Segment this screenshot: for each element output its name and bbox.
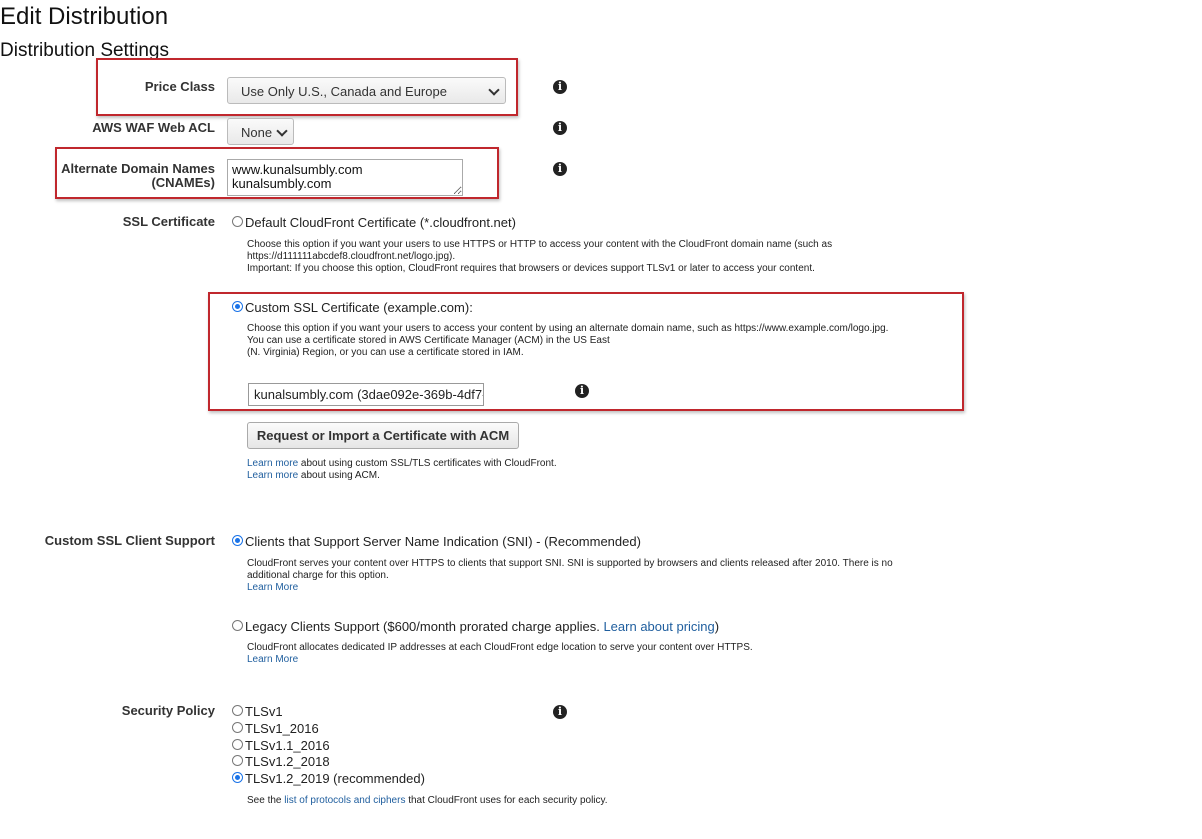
learn-more-acm-link[interactable]: Learn more bbox=[247, 470, 298, 481]
ssl-custom-desc-3: (N. Virginia) Region, or you can use a c… bbox=[247, 347, 524, 358]
legacy-learn-more-link[interactable]: Learn More bbox=[247, 654, 298, 666]
legacy-option-close: ) bbox=[714, 619, 720, 634]
client-support-label: Custom SSL Client Support bbox=[44, 533, 215, 548]
learn-more-acm-text: about using ACM. bbox=[298, 470, 380, 481]
info-icon[interactable]: i bbox=[553, 80, 567, 94]
waf-value: None bbox=[241, 125, 273, 140]
sni-option[interactable]: Clients that Support Server Name Indicat… bbox=[245, 534, 641, 549]
learn-more-ssl-line: Learn more about using custom SSL/TLS ce… bbox=[247, 458, 557, 470]
ssl-default-desc-1: Choose this option if you want your user… bbox=[247, 239, 833, 250]
learn-more-acm-line: Learn more about using ACM. bbox=[247, 470, 380, 482]
certificate-input[interactable]: kunalsumbly.com (3dae092e-369b-4df7- bbox=[248, 383, 484, 406]
tls-option[interactable]: TLSv1.1_2016 bbox=[245, 738, 330, 753]
waf-select[interactable]: None bbox=[227, 118, 294, 145]
ssl-certificate-label: SSL Certificate bbox=[122, 214, 215, 229]
chevron-down-icon bbox=[488, 84, 500, 96]
ssl-custom-radio[interactable] bbox=[232, 301, 243, 312]
sni-learn-more-link[interactable]: Learn More bbox=[247, 582, 298, 594]
cnames-label: Alternate Domain Names (CNAMEs) bbox=[61, 162, 215, 190]
ssl-custom-option[interactable]: Custom SSL Certificate (example.com): bbox=[245, 300, 473, 315]
info-icon[interactable]: i bbox=[553, 705, 567, 719]
sni-desc-1: CloudFront serves your content over HTTP… bbox=[247, 558, 893, 569]
page-title: Edit Distribution bbox=[0, 3, 169, 30]
ssl-default-radio[interactable] bbox=[232, 216, 243, 227]
waf-label: AWS WAF Web ACL bbox=[92, 120, 215, 135]
sni-radio[interactable] bbox=[232, 535, 243, 546]
tls-option[interactable]: TLSv1.2_2019 (recommended) bbox=[245, 771, 425, 786]
legacy-option-text: Legacy Clients Support ($600/month prora… bbox=[245, 619, 604, 634]
request-import-certificate-button[interactable]: Request or Import a Certificate with ACM bbox=[247, 422, 519, 449]
ssl-default-desc-2: https://d111111abcdef8.cloudfront.net/lo… bbox=[247, 251, 456, 262]
price-class-value: Use Only U.S., Canada and Europe bbox=[241, 84, 447, 99]
learn-about-pricing-link[interactable]: Learn about pricing bbox=[603, 619, 714, 634]
tls-radio-selected[interactable] bbox=[232, 772, 243, 783]
tls-radio[interactable] bbox=[232, 705, 243, 716]
see-suffix: that CloudFront uses for each security p… bbox=[405, 795, 608, 806]
learn-more-ssl-text: about using custom SSL/TLS certificates … bbox=[298, 458, 557, 469]
legacy-desc: CloudFront allocates dedicated IP addres… bbox=[247, 642, 753, 653]
info-icon[interactable]: i bbox=[553, 121, 567, 135]
info-icon[interactable]: i bbox=[553, 162, 567, 176]
ssl-default-option[interactable]: Default CloudFront Certificate (*.cloudf… bbox=[245, 215, 516, 230]
cnames-textarea[interactable]: www.kunalsumbly.com kunalsumbly.com bbox=[227, 159, 463, 196]
ssl-default-desc-3: Important: If you choose this option, Cl… bbox=[247, 263, 815, 274]
tls-radio[interactable] bbox=[232, 755, 243, 766]
info-icon[interactable]: i bbox=[575, 384, 589, 398]
legacy-option[interactable]: Legacy Clients Support ($600/month prora… bbox=[245, 619, 719, 634]
cnames-label-line2: (CNAMEs) bbox=[151, 175, 215, 190]
tls-option[interactable]: TLSv1_2016 bbox=[245, 721, 319, 736]
price-class-select[interactable]: Use Only U.S., Canada and Europe bbox=[227, 77, 506, 104]
security-policy-note: See the list of protocols and ciphers th… bbox=[247, 795, 608, 807]
tls-radio[interactable] bbox=[232, 722, 243, 733]
chevron-down-icon bbox=[276, 125, 288, 137]
see-prefix: See the bbox=[247, 795, 285, 806]
sni-desc-2: additional charge for this option. bbox=[247, 570, 389, 581]
security-policy-label: Security Policy bbox=[121, 703, 215, 718]
learn-more-ssl-link[interactable]: Learn more bbox=[247, 458, 298, 469]
tls-option[interactable]: TLSv1.2_2018 bbox=[245, 754, 330, 769]
legacy-radio[interactable] bbox=[232, 620, 243, 631]
protocols-ciphers-link[interactable]: list of protocols and ciphers bbox=[284, 795, 405, 806]
tls-option[interactable]: TLSv1 bbox=[245, 704, 283, 719]
ssl-custom-desc-1: Choose this option if you want your user… bbox=[247, 323, 889, 334]
price-class-label: Price Class bbox=[144, 79, 215, 94]
ssl-custom-desc-2: You can use a certificate stored in AWS … bbox=[247, 335, 610, 346]
cnames-label-line1: Alternate Domain Names bbox=[61, 161, 215, 176]
tls-radio[interactable] bbox=[232, 739, 243, 750]
